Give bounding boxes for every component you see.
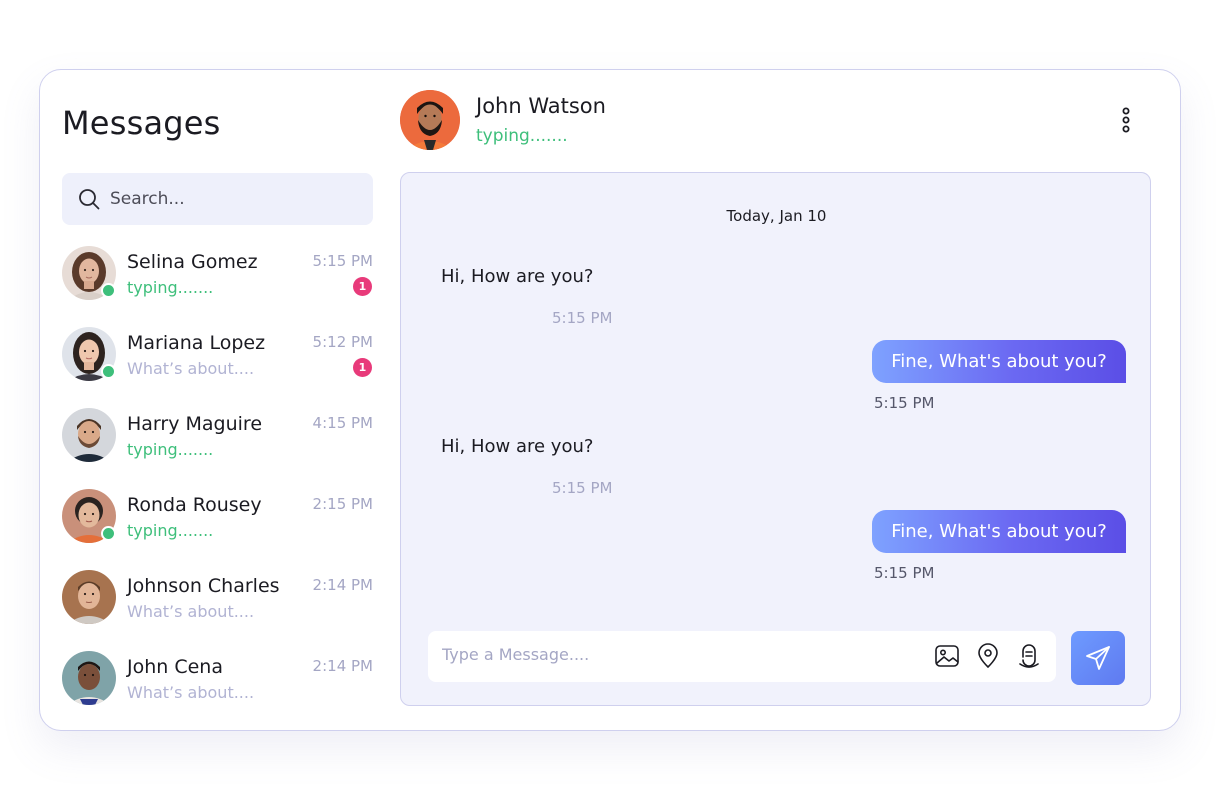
paperclip-icon[interactable]	[1016, 643, 1042, 669]
contact-item-john-cena[interactable]: John Cena What’s about.... 2:14 PM	[62, 651, 374, 709]
contact-name: Johnson Charles	[127, 575, 280, 597]
contact-time: 2:14 PM	[312, 657, 373, 675]
outgoing-message: Fine, What's about you?	[872, 510, 1126, 553]
date-divider: Today, Jan 10	[726, 207, 827, 225]
contact-item-selina-gomez[interactable]: Selina Gomez typing....... 5:15 PM 1	[62, 246, 374, 304]
messenger-window: Messages Selina Gomez typing....... 5:15…	[39, 69, 1181, 731]
contact-status: What’s about....	[127, 602, 255, 621]
message-time: 5:15 PM	[874, 394, 935, 412]
message-time: 5:15 PM	[874, 564, 935, 582]
search-box[interactable]	[62, 173, 373, 225]
chat-contact-status: typing.......	[476, 126, 568, 146]
chat-panel: Today, Jan 10 Hi, How are you? 5:15 PM F…	[400, 172, 1151, 706]
contact-item-harry-maguire[interactable]: Harry Maguire typing....... 4:15 PM	[62, 408, 374, 466]
contact-item-mariana-lopez[interactable]: Mariana Lopez What’s about.... 5:12 PM 1	[62, 327, 374, 385]
contact-time: 4:15 PM	[312, 414, 373, 432]
contact-item-johnson-charles[interactable]: Johnson Charles What’s about.... 2:14 PM	[62, 570, 374, 628]
contact-name: Harry Maguire	[127, 413, 263, 435]
incoming-message: Hi, How are you?	[441, 436, 594, 457]
search-input[interactable]	[110, 189, 350, 209]
sidebar-title: Messages	[62, 104, 221, 142]
contact-item-ronda-rousey[interactable]: Ronda Rousey typing....... 2:15 PM	[62, 489, 374, 547]
search-icon	[79, 189, 100, 210]
location-pin-icon[interactable]	[975, 643, 1001, 669]
unread-badge: 1	[353, 358, 372, 377]
contact-status: What’s about....	[127, 359, 255, 378]
message-time: 5:15 PM	[552, 309, 613, 327]
message-input[interactable]	[442, 645, 912, 664]
image-icon[interactable]	[934, 643, 960, 669]
man-dark-skin-avatar	[62, 651, 116, 705]
online-indicator	[101, 283, 116, 298]
unread-badge: 1	[353, 277, 372, 296]
chat-contact-avatar	[400, 90, 460, 150]
outgoing-message: Fine, What's about you?	[872, 340, 1126, 383]
contact-name: John Cena	[127, 656, 223, 678]
man-beard-avatar	[62, 408, 116, 462]
more-vertical-icon	[1122, 107, 1130, 133]
send-button[interactable]	[1071, 631, 1125, 685]
online-indicator	[101, 526, 116, 541]
incoming-message: Hi, How are you?	[441, 266, 594, 287]
contact-status: typing.......	[127, 278, 214, 297]
contact-time: 2:14 PM	[312, 576, 373, 594]
message-time: 5:15 PM	[552, 479, 613, 497]
contact-name: Ronda Rousey	[127, 494, 262, 516]
contact-time: 5:15 PM	[312, 252, 373, 270]
online-indicator	[101, 364, 116, 379]
contact-time: 2:15 PM	[312, 495, 373, 513]
man-casual-avatar	[62, 570, 116, 624]
message-composer	[428, 631, 1056, 682]
contact-time: 5:12 PM	[312, 333, 373, 351]
contact-name: Selina Gomez	[127, 251, 258, 273]
chat-contact-name: John Watson	[476, 94, 606, 118]
more-options-button[interactable]	[1116, 106, 1136, 134]
contact-status: What’s about....	[127, 683, 255, 702]
contact-status: typing.......	[127, 440, 214, 459]
contact-status: typing.......	[127, 521, 214, 540]
send-icon	[1086, 646, 1110, 670]
contact-name: Mariana Lopez	[127, 332, 266, 354]
